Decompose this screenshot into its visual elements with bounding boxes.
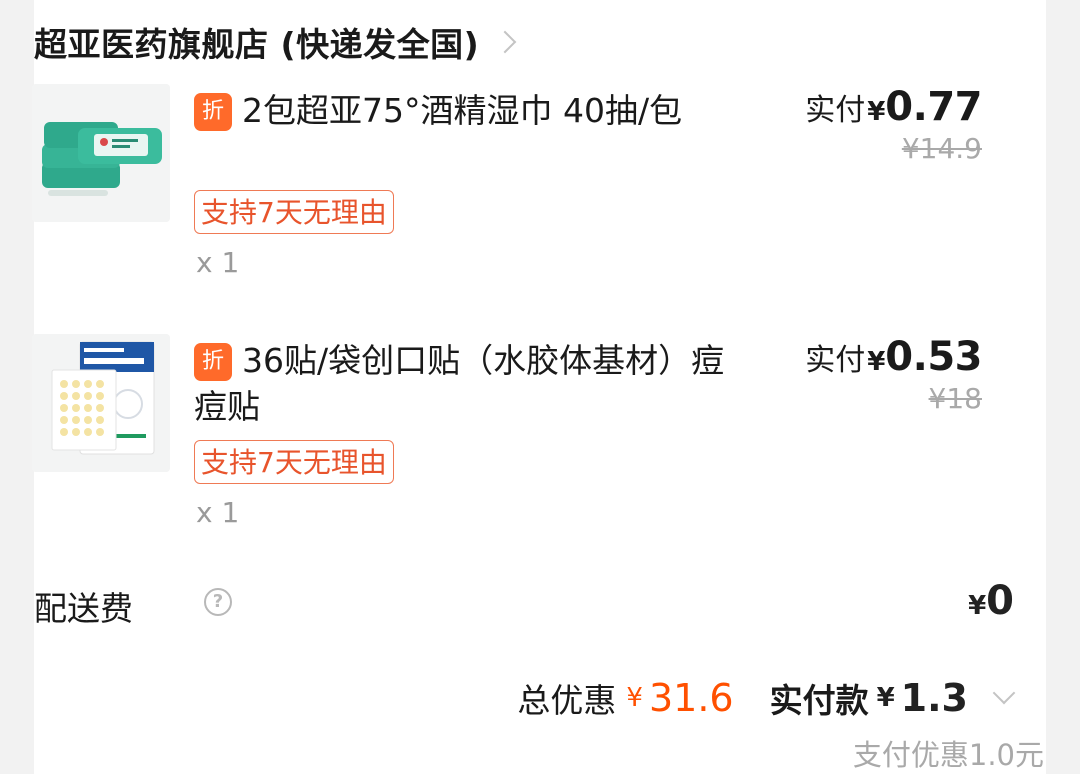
chevron-down-icon[interactable] <box>992 681 1016 705</box>
wet-wipes-image <box>32 84 170 222</box>
currency-symbol: ¥ <box>968 591 987 621</box>
product-title-text[interactable]: 2包超亚75°酒精湿巾 40抽/包 <box>242 91 682 130</box>
order-summary[interactable]: 总优惠 ¥ 31.6 实付款 ¥ 1.3 <box>517 674 1016 722</box>
payment-discount-note: 支付优惠1.0元 <box>852 738 1044 772</box>
currency-symbol: ¥ <box>867 97 886 127</box>
chevron-right-icon[interactable] <box>493 30 517 54</box>
paid-price: 实付¥0.77 <box>805 84 982 130</box>
paid-label: 实付 <box>805 343 866 378</box>
product-thumbnail[interactable] <box>32 84 170 222</box>
price-block: 实付¥0.77 ¥14.9 <box>805 84 982 165</box>
store-header[interactable]: 超亚医药旗舰店 (快递发全国) <box>34 18 517 66</box>
store-name[interactable]: 超亚医药旗舰店 (快递发全国) <box>34 18 479 66</box>
item-quantity: x 1 <box>196 496 240 529</box>
paid-amount: 0.53 <box>885 334 982 380</box>
return-policy-tag: 支持7天无理由 <box>194 190 394 234</box>
product-thumbnail[interactable] <box>32 334 170 472</box>
original-price: ¥18 <box>928 382 982 415</box>
shipping-amount: 0 <box>986 578 1014 624</box>
product-title[interactable]: 折 2包超亚75°酒精湿巾 40抽/包 <box>194 88 734 134</box>
original-price: ¥14.9 <box>901 132 982 165</box>
product-title[interactable]: 折 36贴/袋创口贴（水胶体基材）痘痘贴 <box>194 338 734 430</box>
product-title-text[interactable]: 36贴/袋创口贴（水胶体基材）痘痘贴 <box>194 341 724 426</box>
total-paid-amount: 1.3 <box>900 676 968 720</box>
item-quantity: x 1 <box>196 246 240 279</box>
discount-badge: 折 <box>194 343 232 381</box>
shipping-fee-row: 配送费 ? ¥0 <box>34 578 1014 630</box>
shipping-label: 配送费 <box>34 589 133 628</box>
order-item[interactable]: 折 36贴/袋创口贴（水胶体基材）痘痘贴 实付¥0.53 ¥18 支持7天无理由 … <box>32 334 982 534</box>
paid-amount: 0.77 <box>885 84 982 130</box>
paid-label: 实付 <box>805 93 866 128</box>
paid-price: 实付¥0.53 <box>805 334 982 380</box>
total-discount-amount: 31.6 <box>648 676 734 720</box>
shipping-fee-value: ¥0 <box>968 578 1014 624</box>
order-item[interactable]: 折 2包超亚75°酒精湿巾 40抽/包 实付¥0.77 ¥14.9 支持7天无理由… <box>32 84 982 284</box>
discount-badge: 折 <box>194 93 232 131</box>
price-block: 实付¥0.53 ¥18 <box>805 334 982 415</box>
currency-symbol: ¥ <box>876 683 895 713</box>
question-icon[interactable]: ? <box>204 588 232 616</box>
return-policy-tag: 支持7天无理由 <box>194 440 394 484</box>
total-discount-label: 总优惠 <box>517 681 617 720</box>
total-paid-label: 实付款 <box>769 681 869 720</box>
currency-symbol: ¥ <box>626 683 643 713</box>
currency-symbol: ¥ <box>867 347 886 377</box>
acne-patch-image <box>32 334 170 472</box>
